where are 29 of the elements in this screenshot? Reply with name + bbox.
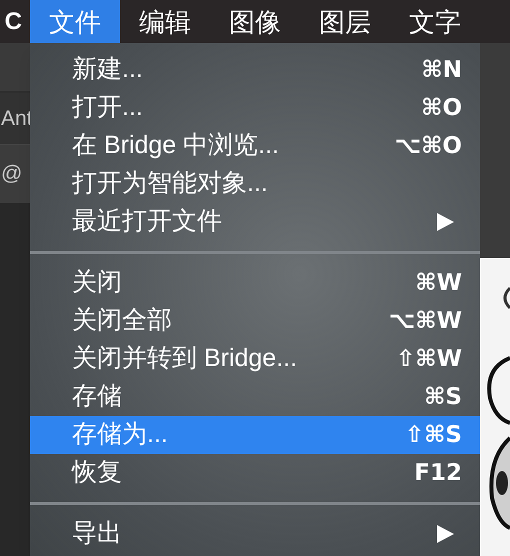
menu-bar-item[interactable]: 图像 [210,0,300,43]
menu-bar-item[interactable]: 文件 [30,0,120,43]
shortcut-label: ⌥⌘W [388,306,463,336]
menu-bar-item[interactable]: C [0,0,30,43]
shortcut-label: F12 [414,458,463,488]
shortcut-label: ⌘N [421,56,463,85]
menu-bar-item[interactable]: 编辑 [120,0,210,43]
menu-item[interactable]: 关闭全部 ⌥⌘W [30,302,480,340]
menu-item[interactable]: 存储为... ⇧⌘S [30,416,480,454]
font-field[interactable]: Ant [0,102,33,134]
shortcut-label: ⌘W [415,268,463,298]
menu-item[interactable]: 在 Bridge 中浏览... ⌥⌘O [30,127,480,165]
menu-item[interactable]: 导出 [30,515,480,553]
menu-bar-item[interactable]: 文字 [390,0,480,43]
shortcut-label: ⌥⌘O [394,132,463,161]
menu-item[interactable]: 新建... ⌘N [30,51,480,89]
shortcut-label: ⇧⌘S [404,420,463,450]
menu-item[interactable]: 关闭 ⌘W [30,264,480,302]
menu-item[interactable]: 最近打开文件 [30,203,480,241]
menu-bar-item[interactable]: 图层 [300,0,390,43]
shortcut-label: ⌘S [424,382,463,412]
menu-item[interactable]: 关闭并转到 Bridge... ⇧⌘W [30,340,480,378]
menu-item[interactable]: 恢复 F12 [30,454,480,492]
menu-item[interactable]: 存储 ⌘S [30,378,480,416]
shortcut-label: ⇧⌘W [396,344,463,374]
menu-item[interactable]: 打开为智能对象... [30,165,480,203]
menu-item[interactable]: 打开... ⌘O [30,89,480,127]
shortcut-label: ⌘O [421,94,463,123]
document-tab[interactable]: @ [0,158,22,190]
